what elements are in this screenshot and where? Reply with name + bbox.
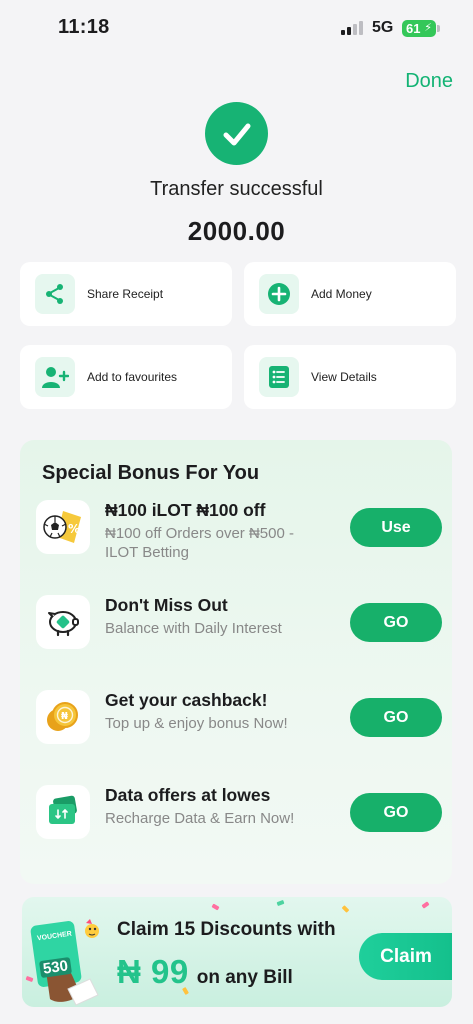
bonus-item-name: Get your cashback!	[105, 690, 268, 710]
svg-text:%: %	[68, 522, 80, 536]
bonus-item-description: ₦100 off Orders over ₦500 - ILOT Betting	[105, 525, 294, 561]
add-to-favourites-button[interactable]: Add to favourites	[20, 345, 232, 409]
bonus-item-data-offers: Data offers at lowes Recharge Data & Ear…	[36, 785, 442, 855]
bonus-item-name: Don't Miss Out	[105, 595, 228, 615]
go-button[interactable]: GO	[350, 698, 442, 737]
add-to-favourites-label: Add to favourites	[87, 370, 178, 384]
special-bonus-title: Special Bonus For You	[42, 462, 260, 484]
network-type: 5G	[372, 19, 394, 36]
add-user-icon	[35, 357, 75, 397]
transfer-amount: 2000.00	[187, 216, 286, 246]
view-details-button[interactable]: View Details	[244, 345, 456, 409]
bonus-item-description: Recharge Data & Earn Now!	[105, 810, 295, 827]
confetti-decoration	[421, 901, 430, 909]
status-bar: 11:18 5G 61 ⚡	[0, 0, 473, 56]
share-icon	[35, 274, 75, 314]
battery-level: 61	[406, 21, 421, 36]
success-check-icon	[205, 102, 268, 165]
status-time: 11:18	[58, 16, 110, 38]
signal-icon	[341, 21, 363, 35]
go-button[interactable]: GO	[350, 793, 442, 832]
list-icon	[259, 357, 299, 397]
charging-icon: ⚡	[424, 22, 432, 34]
done-button[interactable]: Done	[405, 70, 453, 93]
add-money-button[interactable]: Add Money	[244, 262, 456, 326]
soccer-ball-icon: %	[36, 500, 90, 554]
svg-text:₦: ₦	[61, 711, 68, 722]
coins-icon: ₦	[36, 690, 90, 744]
promo-headline: Claim 15 Discounts with	[117, 919, 336, 940]
discount-promo-banner[interactable]: VOUCHER 530 Claim 15 Discounts with ₦ 99…	[22, 897, 452, 1007]
view-details-label: View Details	[311, 370, 377, 384]
promo-amount: ₦ 99	[117, 953, 189, 990]
go-button[interactable]: GO	[350, 603, 442, 642]
bonus-item-description: Top up & enjoy bonus Now!	[105, 715, 288, 732]
share-receipt-button[interactable]: Share Receipt	[20, 262, 232, 326]
claim-button[interactable]: Claim	[359, 933, 452, 980]
bonus-item-cashback: ₦ Get your cashback! Top up & enjoy bonu…	[36, 690, 442, 760]
add-money-label: Add Money	[311, 287, 372, 301]
promo-suffix: on any Bill	[196, 967, 293, 988]
plus-circle-icon	[259, 274, 299, 314]
bonus-item-daily-interest: Don't Miss Out Balance with Daily Intere…	[36, 595, 442, 665]
voucher-icon: VOUCHER 530	[28, 915, 112, 1007]
confetti-decoration	[211, 903, 220, 911]
confetti-decoration	[341, 905, 350, 913]
bonus-item-ilot: % ₦100 iLOT ₦100 off ₦100 off Orders ove…	[36, 500, 442, 570]
data-card-icon	[36, 785, 90, 839]
bonus-item-description: Balance with Daily Interest	[105, 620, 282, 637]
piggy-bank-icon	[36, 595, 90, 649]
promo-offer: ₦ 99 on any Bill	[117, 953, 293, 991]
share-receipt-label: Share Receipt	[87, 287, 164, 301]
special-bonus-panel: Special Bonus For You % ₦100 iLOT ₦100 o…	[20, 440, 452, 884]
bonus-item-name: Data offers at lowes	[105, 785, 271, 805]
battery-icon: 61 ⚡	[402, 20, 440, 37]
use-button[interactable]: Use	[350, 508, 442, 547]
transfer-status-title: Transfer successful	[150, 178, 323, 200]
confetti-decoration	[276, 899, 285, 907]
bonus-item-name: ₦100 iLOT ₦100 off	[105, 500, 266, 520]
